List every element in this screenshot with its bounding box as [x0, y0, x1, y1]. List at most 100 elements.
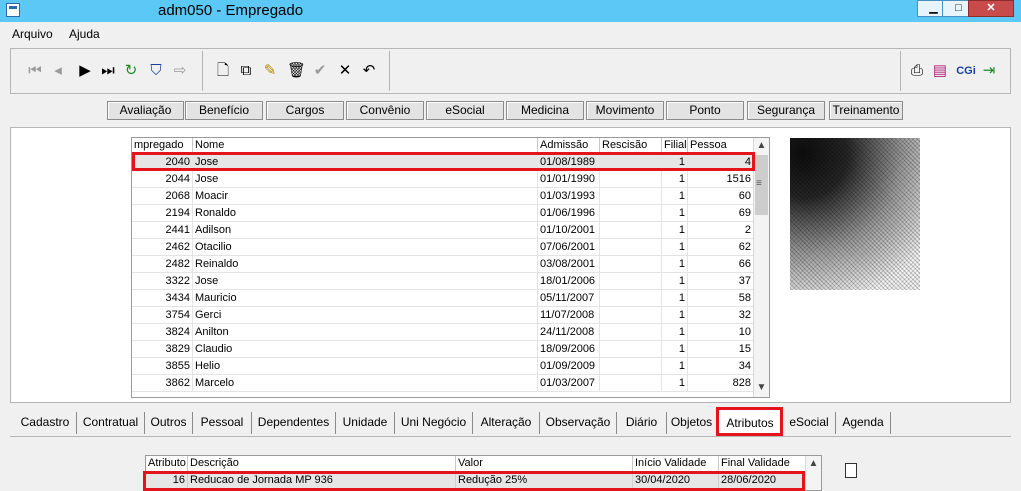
tab-uni-neg-cio[interactable]: Uni Negócio — [395, 412, 473, 434]
tab-contratual[interactable]: Contratual — [77, 412, 145, 434]
table-row[interactable]: 2068 Moacir 01/03/1993 1 60 — [132, 188, 754, 205]
table-row[interactable]: 3862 Marcelo 01/03/2007 1 828 — [132, 375, 754, 392]
cgi-icon[interactable]: CGi — [954, 62, 978, 80]
tab-cadastro[interactable]: Cadastro — [14, 412, 77, 434]
exit-icon[interactable]: ⇥ — [980, 62, 998, 80]
column-header-0[interactable]: mpregado — [132, 138, 193, 154]
books-icon[interactable]: ▤ — [931, 62, 949, 80]
confirm-icon[interactable]: ✔ — [311, 62, 329, 80]
undo-icon[interactable]: ↶ — [360, 62, 378, 80]
attr-cell-atributo: 16 — [146, 472, 188, 489]
new-document-icon[interactable]: 🗋 — [214, 62, 232, 80]
module-button-6[interactable]: Movimento — [586, 101, 664, 120]
cell-pessoa: 4 — [688, 154, 754, 171]
column-header-3[interactable]: Rescisão — [600, 138, 662, 154]
next-record-icon[interactable]: ▶ — [76, 62, 94, 80]
filter-icon[interactable]: ⛉ — [147, 62, 165, 80]
scroll-down-icon[interactable]: ▼ — [754, 380, 769, 396]
first-record-icon[interactable]: ⏮ — [26, 62, 44, 80]
table-row[interactable]: 3829 Claudio 18/09/2006 1 15 — [132, 341, 754, 358]
delete-icon[interactable]: 🗑 — [287, 62, 306, 80]
module-button-8[interactable]: Segurança — [747, 101, 825, 120]
table-row[interactable]: 3855 Helio 01/09/2009 1 34 — [132, 358, 754, 375]
attr-column-header-1[interactable]: Descrição — [188, 456, 456, 472]
module-button-3[interactable]: Convênio — [346, 101, 424, 120]
column-header-4[interactable]: Filial — [662, 138, 688, 154]
tab-observa-o[interactable]: Observação — [540, 412, 617, 434]
new-attribute-icon[interactable] — [845, 463, 857, 478]
scroll-up-icon[interactable]: ▲ — [809, 458, 819, 469]
table-row[interactable]: 2482 Reinaldo 03/08/2001 1 66 — [132, 256, 754, 273]
module-button-2[interactable]: Cargos — [266, 101, 344, 120]
cell-nome: Jose — [193, 273, 538, 290]
module-button-9[interactable]: Treinamento — [829, 101, 903, 120]
column-header-1[interactable]: Nome — [193, 138, 538, 154]
edit-icon[interactable]: ✎ — [261, 62, 279, 80]
column-header-2[interactable]: Admissão — [538, 138, 600, 154]
cell-pessoa: 37 — [688, 273, 754, 290]
module-button-5[interactable]: Medicina — [506, 101, 584, 120]
menu-arquivo[interactable]: Arquivo — [12, 27, 53, 41]
copy-icon[interactable]: ⧉ — [237, 62, 255, 80]
table-row[interactable]: 3824 Anilton 24/11/2008 1 10 — [132, 324, 754, 341]
attr-column-header-4[interactable]: Final Validade — [719, 456, 806, 472]
close-button[interactable]: ✕ — [968, 0, 1014, 17]
module-button-7[interactable]: Ponto — [666, 101, 744, 120]
table-row[interactable]: 2040 Jose 01/08/1989 1 4 — [132, 154, 754, 171]
cell-id: 2194 — [132, 205, 193, 222]
cell-pessoa: 34 — [688, 358, 754, 375]
cell-nome: Reinaldo — [193, 256, 538, 273]
table-row[interactable]: 3754 Gerci 11/07/2008 1 32 — [132, 307, 754, 324]
cell-filial: 1 — [662, 341, 688, 358]
tab-esocial[interactable]: eSocial — [783, 412, 836, 434]
table-row[interactable]: 3434 Mauricio 05/11/2007 1 58 — [132, 290, 754, 307]
cell-nome: Helio — [193, 358, 538, 375]
module-button-0[interactable]: Avaliação — [107, 101, 184, 120]
employee-grid-header: mpregado Nome Admissão Rescisão Filial Pessoa — [132, 138, 754, 154]
menu-ajuda[interactable]: Ajuda — [69, 27, 100, 41]
cell-admissao: 01/06/1996 — [538, 205, 600, 222]
app-icon — [6, 3, 20, 17]
employee-grid-scrollbar[interactable]: ▲ ≡ ▼ — [753, 138, 769, 397]
scroll-up-icon[interactable]: ▲ — [754, 138, 769, 154]
cell-id: 3434 — [132, 290, 193, 307]
last-record-icon[interactable]: ⏭ — [99, 62, 117, 80]
table-row[interactable]: 2441 Adilson 01/10/2001 1 2 — [132, 222, 754, 239]
goto-icon[interactable]: ⇨ — [171, 62, 189, 80]
tab-objetos[interactable]: Objetos — [667, 412, 717, 434]
attr-column-header-0[interactable]: Atributo — [146, 456, 188, 472]
attr-column-header-3[interactable]: Início Validade — [633, 456, 719, 472]
cancel-icon[interactable]: ✕ — [336, 62, 354, 80]
cell-filial: 1 — [662, 358, 688, 375]
print-icon[interactable]: ⎙ — [908, 62, 926, 80]
table-row[interactable]: 2044 Jose 01/01/1990 1 1516 — [132, 171, 754, 188]
column-header-5[interactable]: Pessoa — [688, 138, 754, 154]
table-row[interactable]: 3322 Jose 18/01/2006 1 37 — [132, 273, 754, 290]
attributes-scrollbar[interactable]: ▲ — [805, 456, 821, 490]
module-button-4[interactable]: eSocial — [426, 101, 504, 120]
table-row[interactable]: 2462 Otacilio 07/06/2001 1 62 — [132, 239, 754, 256]
tab-dependentes[interactable]: Dependentes — [252, 412, 336, 434]
cell-rescisao — [600, 256, 662, 273]
cell-nome: Otacilio — [193, 239, 538, 256]
tab-pessoal[interactable]: Pessoal — [193, 412, 252, 434]
module-button-1[interactable]: Benefício — [185, 101, 263, 120]
attributes-grid[interactable]: Atributo Descrição Valor Início Validade Fin… — [145, 455, 822, 491]
cell-admissao: 05/11/2007 — [538, 290, 600, 307]
cell-nome: Claudio — [193, 341, 538, 358]
tab-outros[interactable]: Outros — [145, 412, 193, 434]
module-buttons: Avaliação Benefício Cargos Convênio eSocial M… — [0, 101, 1021, 121]
cell-id: 2441 — [132, 222, 193, 239]
table-row[interactable]: 2194 Ronaldo 01/06/1996 1 69 — [132, 205, 754, 222]
refresh-icon[interactable]: ↻ — [122, 62, 140, 80]
tab-atributos[interactable]: Atributos — [717, 409, 783, 435]
cell-nome: Anilton — [193, 324, 538, 341]
attributes-row[interactable]: 16 Reducao de Jornada MP 936 Redução 25% 30… — [146, 472, 806, 489]
tab-di-rio[interactable]: Diário — [617, 412, 667, 434]
tab-altera-o[interactable]: Alteração — [473, 412, 540, 434]
attr-column-header-2[interactable]: Valor — [456, 456, 633, 472]
employee-grid[interactable]: mpregado Nome Admissão Rescisão Filial Pessoa… — [131, 137, 770, 398]
previous-record-icon[interactable]: ◂ — [49, 62, 67, 80]
tab-unidade[interactable]: Unidade — [336, 412, 395, 434]
tab-agenda[interactable]: Agenda — [836, 412, 891, 434]
